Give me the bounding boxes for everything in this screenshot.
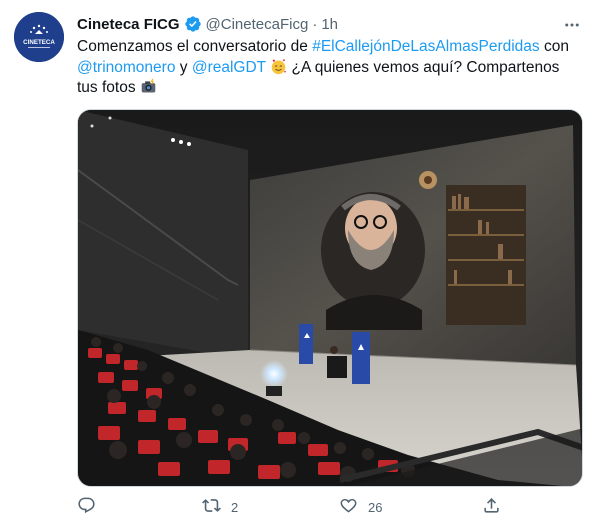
retweet-button[interactable]: 2 [202,495,238,519]
separator-dot: · [312,15,318,33]
avatar-label: CINETECA [23,39,55,46]
camera-flash-emoji [140,78,157,95]
tweet-text-part: Comenzamos el conversatorio de [77,38,313,55]
timestamp[interactable]: 1h [321,16,338,33]
hashtag-link[interactable]: #ElCallejónDeLasAlmasPerdidas [312,38,539,55]
more-options-icon[interactable] [561,14,583,36]
retweet-count: 2 [231,499,239,515]
tweet-card[interactable]: CINETECA Cineteca FICG @CinetecaFicg · 1… [0,0,595,524]
verified-badge-icon [184,15,202,33]
like-icon [339,496,358,518]
avatar[interactable]: CINETECA [14,12,64,62]
like-button[interactable]: 26 [339,495,382,519]
tweet-text-part: y [175,58,192,76]
smiling-face-hearts-emoji [270,58,287,75]
handle[interactable]: @CinetecaFicg [206,16,309,33]
tweet-photo[interactable] [77,109,583,487]
cineteca-logo-icon: CINETECA [14,12,64,62]
share-button[interactable] [482,495,501,519]
reply-button[interactable] [77,495,106,519]
tweet-text-part: con [539,38,569,55]
mention-link[interactable]: @realGDT [192,59,266,76]
tweet-text: Comenzamos el conversatorio de #ElCallej… [77,37,577,99]
tweet-header: Cineteca FICG @CinetecaFicg · 1h [77,14,338,34]
auditorium-photo [78,110,582,486]
retweet-icon [202,496,221,518]
display-name[interactable]: Cineteca FICG [77,16,180,33]
share-icon [482,496,501,518]
like-count: 26 [368,499,383,515]
reply-icon [77,496,96,518]
mention-link[interactable]: @trinomonero [77,59,175,76]
tweet-actions: 2 26 [77,495,577,519]
